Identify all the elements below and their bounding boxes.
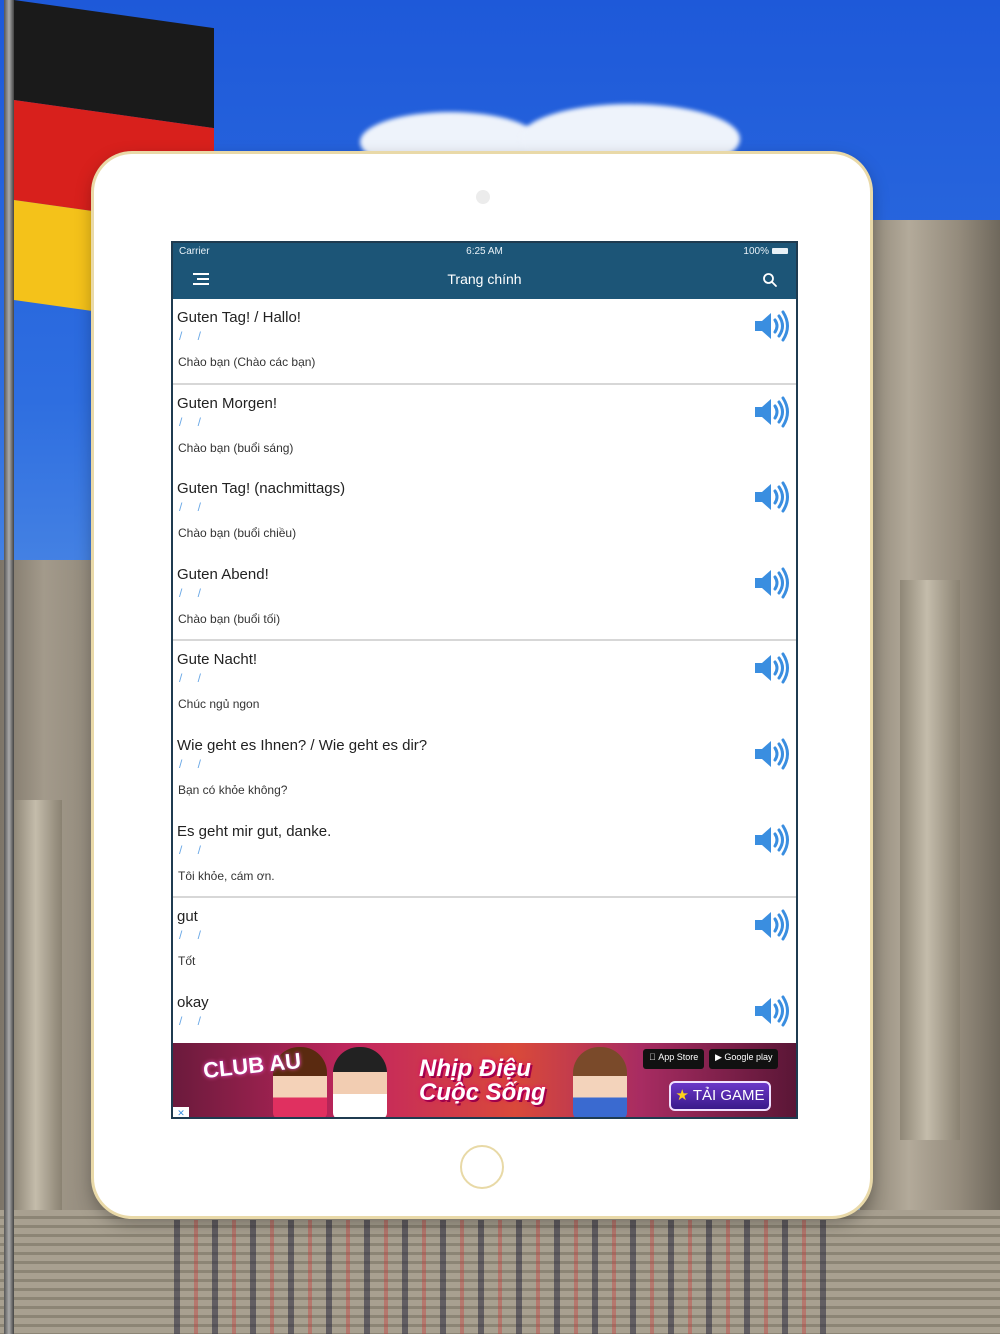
app-screen: Carrier 6:25 AM 100% Trang chính Guten T…	[171, 241, 798, 1119]
ad-slogan: Nhịp Điệu Cuộc Sống	[419, 1055, 546, 1106]
column	[900, 580, 960, 1140]
german-phrase: Guten Abend!	[177, 565, 269, 583]
ad-character	[573, 1047, 627, 1117]
phonetic-text: / /	[179, 329, 208, 343]
camera	[476, 190, 490, 204]
phrase-row[interactable]: Guten Morgen! / / Chào bạn (buổi sáng)	[173, 385, 796, 471]
vietnamese-meaning: Tôi khỏe, cám ơn.	[178, 868, 275, 883]
download-game-button[interactable]: ★ TẢI GAME	[669, 1081, 771, 1111]
vietnamese-meaning: Chào bạn (buổi tối)	[178, 611, 281, 626]
phonetic-text: / /	[179, 671, 208, 686]
speaker-icon[interactable]	[752, 994, 790, 1028]
german-phrase: Guten Morgen!	[177, 394, 278, 412]
speaker-icon[interactable]	[752, 480, 790, 514]
phonetic-text: / /	[179, 414, 208, 429]
vietnamese-meaning: Chào bạn (buổi chiều)	[178, 526, 297, 541]
german-phrase: Guten Tag! (nachmittags)	[177, 480, 346, 498]
battery-icon	[772, 248, 788, 255]
speaker-icon[interactable]	[752, 908, 790, 942]
battery-percent: 100%	[743, 246, 769, 257]
app-store-badge[interactable]:  App Store	[643, 1049, 705, 1069]
german-phrase: Guten Tag! / Hallo!	[177, 309, 301, 326]
download-game-label: TẢI GAME	[692, 1087, 765, 1104]
phonetic-text: / /	[179, 756, 208, 771]
crowd	[160, 1220, 840, 1334]
vietnamese-meaning: Chào bạn (Chào các bạn)	[178, 355, 316, 369]
phrase-row[interactable]: Guten Tag! / Hallo! / / Chào bạn (Chào các…	[173, 299, 796, 385]
phrase-row[interactable]: Guten Abend! / / Chào bạn (buổi tối)	[173, 556, 796, 642]
phrase-row[interactable]: gut / / Tốt	[173, 898, 796, 984]
google-play-badge[interactable]: ▶ Google play	[709, 1049, 779, 1069]
speaker-icon[interactable]	[752, 395, 790, 429]
phrase-list: Guten Tag! / Hallo! / / Chào bạn (Chào các…	[173, 299, 796, 1043]
vietnamese-meaning: Chúc ngủ ngon	[178, 697, 260, 712]
flag-pole	[4, 0, 14, 1334]
german-phrase: gut	[177, 908, 198, 926]
nav-bar: Trang chính	[173, 261, 796, 299]
speaker-icon[interactable]	[752, 309, 790, 343]
page-title: Trang chính	[447, 271, 522, 287]
speaker-icon[interactable]	[752, 651, 790, 685]
vietnamese-meaning: Chào bạn (buổi sáng)	[178, 440, 294, 455]
speaker-icon[interactable]	[752, 737, 790, 771]
ad-character	[333, 1047, 387, 1117]
google-play-label: Google play	[724, 1052, 773, 1062]
app-store-label: App Store	[649, 1052, 698, 1062]
phonetic-text: / /	[179, 585, 208, 600]
vietnamese-meaning: Tốt	[178, 954, 196, 969]
battery-status: 100%	[743, 246, 788, 257]
phonetic-text: / /	[179, 1013, 208, 1028]
status-bar: Carrier 6:25 AM 100%	[173, 243, 796, 261]
german-phrase: okay	[177, 993, 209, 1011]
german-phrase: Wie geht es Ihnen? / Wie geht es dir?	[177, 736, 428, 754]
phrase-row[interactable]: Es geht mir gut, danke. / / Tôi khỏe, cám …	[173, 813, 796, 899]
home-button[interactable]	[460, 1145, 504, 1189]
phonetic-text: / /	[179, 500, 208, 515]
german-phrase: Gute Nacht!	[177, 651, 258, 669]
phrase-row[interactable]: Wie geht es Ihnen? / Wie geht es dir? / /…	[173, 727, 796, 813]
phrase-row[interactable]: Guten Tag! (nachmittags) / / Chào bạn (buổ…	[173, 470, 796, 556]
ad-banner[interactable]: CLUB AU Nhịp Điệu Cuộc Sống  App Store …	[173, 1043, 796, 1117]
vietnamese-meaning: Bạn có khỏe không?	[178, 782, 288, 797]
search-icon[interactable]	[762, 272, 778, 288]
speaker-icon[interactable]	[752, 823, 790, 857]
phrase-row[interactable]: okay / /	[173, 984, 796, 1043]
phonetic-text: / /	[179, 928, 208, 943]
clock: 6:25 AM	[466, 246, 503, 257]
star-icon: ★	[675, 1087, 689, 1104]
phrase-row[interactable]: Gute Nacht! / / Chúc ngủ ngon	[173, 641, 796, 727]
ad-close-icon[interactable]: ✕	[173, 1107, 189, 1117]
german-phrase: Es geht mir gut, danke.	[177, 822, 332, 840]
speaker-icon[interactable]	[752, 566, 790, 600]
phonetic-text: / /	[179, 842, 208, 857]
